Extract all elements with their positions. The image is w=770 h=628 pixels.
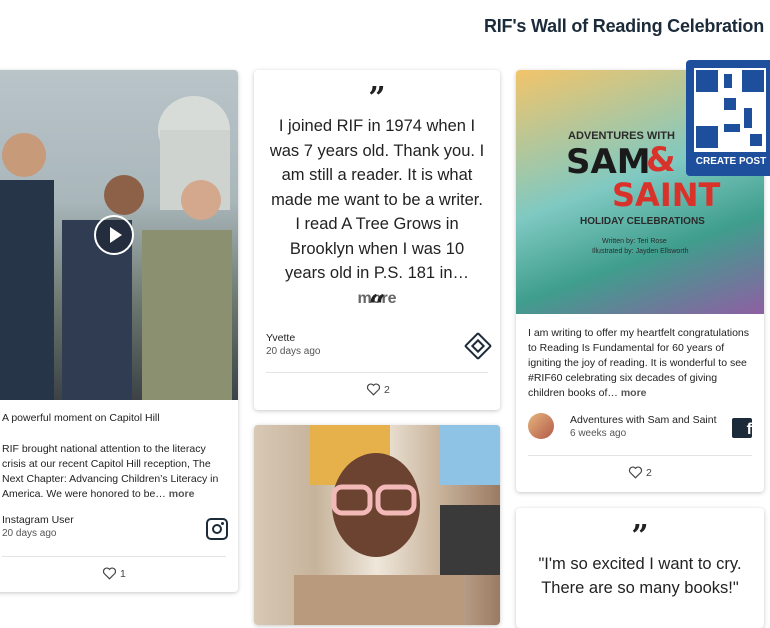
author-avatar[interactable] bbox=[528, 413, 554, 439]
quote-close-icon: “ bbox=[368, 289, 386, 324]
post-card[interactable] bbox=[254, 425, 500, 625]
post-time: 20 days ago bbox=[266, 346, 321, 357]
book-cover-subtitle: HOLIDAY CELEBRATIONS bbox=[580, 216, 705, 227]
post-body: I am writing to offer my heartfelt congr… bbox=[528, 326, 756, 401]
post-card[interactable]: ” I joined RIF in 1974 when I was 7 year… bbox=[254, 70, 500, 410]
diamond-logo-icon[interactable] bbox=[463, 331, 493, 361]
more-link[interactable]: more bbox=[169, 488, 195, 500]
person-photo-image bbox=[294, 425, 500, 625]
post-image[interactable] bbox=[254, 425, 500, 625]
like-button[interactable]: 2 bbox=[628, 466, 652, 479]
page-title: RIF's Wall of Reading Celebration bbox=[483, 16, 764, 36]
create-post-label: CREATE POST bbox=[695, 156, 767, 167]
post-quote: I joined RIF in 1974 when I was 7 years … bbox=[268, 114, 486, 311]
divider bbox=[266, 372, 488, 373]
book-cover-amp: & bbox=[646, 140, 676, 180]
post-time: 6 weeks ago bbox=[570, 428, 627, 439]
create-post-qr-button[interactable]: CREATE POST bbox=[686, 60, 770, 176]
book-cover-credit-illustrator: Illustrated by: Jayden Ellsworth bbox=[592, 248, 689, 255]
post-author[interactable]: Adventures with Sam and Saint bbox=[570, 414, 717, 426]
post-quote-text: "I'm so excited I want to cry. There are… bbox=[538, 555, 742, 597]
like-count: 2 bbox=[646, 466, 652, 479]
like-count: 2 bbox=[384, 383, 390, 396]
heart-icon bbox=[628, 466, 643, 479]
post-author[interactable]: Instagram User bbox=[2, 514, 74, 526]
divider bbox=[528, 455, 752, 456]
quote-open-icon: ” bbox=[368, 81, 386, 116]
more-link[interactable]: more bbox=[621, 387, 647, 399]
divider bbox=[2, 556, 226, 557]
post-card[interactable]: A powerful moment on Capitol Hill RIF br… bbox=[0, 70, 238, 592]
post-time: 20 days ago bbox=[2, 528, 57, 539]
like-button[interactable]: 1 bbox=[102, 567, 126, 580]
post-video-thumbnail[interactable] bbox=[0, 70, 238, 400]
play-button[interactable] bbox=[94, 215, 134, 255]
heart-icon bbox=[102, 567, 117, 580]
instagram-icon[interactable] bbox=[206, 518, 228, 540]
like-button[interactable]: 2 bbox=[366, 383, 390, 396]
post-author[interactable]: Yvette bbox=[266, 332, 295, 344]
like-count: 1 bbox=[120, 567, 126, 580]
facebook-icon[interactable]: f bbox=[732, 418, 752, 438]
post-quote-text: I joined RIF in 1974 when I was 7 years … bbox=[269, 117, 485, 282]
post-caption-title: A powerful moment on Capitol Hill bbox=[2, 412, 160, 424]
post-card[interactable]: ” "I'm so excited I want to cry. There a… bbox=[516, 508, 764, 628]
post-body: RIF brought national attention to the li… bbox=[2, 442, 224, 502]
quote-open-icon: ” bbox=[631, 519, 649, 554]
book-cover-credit-author: Written by: Teri Rose bbox=[602, 238, 667, 245]
qr-code-icon bbox=[694, 68, 766, 152]
book-cover-saint: SAINT bbox=[612, 176, 721, 214]
heart-icon bbox=[366, 383, 381, 396]
